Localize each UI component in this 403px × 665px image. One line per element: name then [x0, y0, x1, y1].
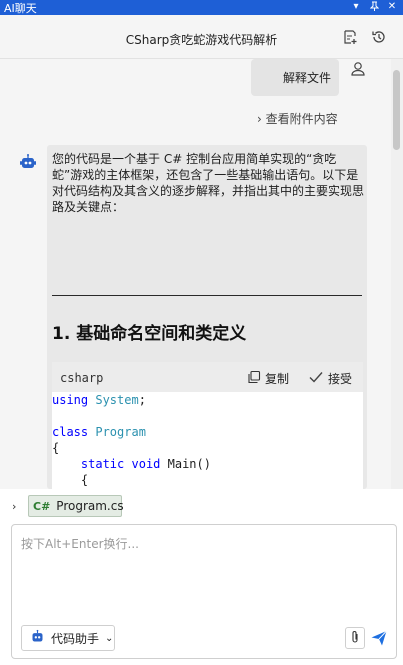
assistant-paragraph: 您的代码是一个基于 C# 控制台应用简单实现的“贪吃蛇”游戏的主体框架，还包含了…: [52, 152, 365, 214]
bot-icon: [30, 629, 45, 647]
code-line: {: [52, 473, 89, 487]
divider: [52, 295, 362, 296]
history-icon[interactable]: [371, 29, 387, 45]
code-line: using System;: [52, 393, 146, 407]
send-icon[interactable]: [370, 629, 388, 647]
code-block-header: csharp 复制 接受: [52, 362, 363, 392]
user-message-text: 解释文件: [282, 71, 331, 85]
dropdown-icon[interactable]: ▾: [351, 1, 361, 14]
window-controls: ▾ ✕: [351, 1, 403, 14]
chevron-down-icon: ⌄: [105, 632, 114, 644]
chevron-right-icon[interactable]: ›: [12, 500, 16, 513]
window-titlebar: AI聊天 ▾ ✕: [0, 0, 403, 15]
user-message: 解释文件: [251, 59, 339, 96]
code-line: class Program: [52, 425, 146, 439]
chat-scrollbar-thumb[interactable]: [393, 70, 400, 150]
close-icon[interactable]: ✕: [387, 1, 397, 14]
copy-code-button[interactable]: 复制: [247, 370, 289, 387]
accept-code-button[interactable]: 接受: [308, 370, 352, 387]
code-block: csharp 复制 接受 using System; class Program {…: [52, 362, 363, 489]
bot-avatar-icon: [19, 153, 37, 171]
user-avatar-icon: [350, 61, 366, 77]
window-title: AI聊天: [4, 1, 37, 15]
copy-icon: [247, 370, 261, 387]
attached-files-row: › C# Program.cs: [0, 489, 403, 523]
code-content: using System; class Program { static void …: [52, 392, 363, 489]
pin-icon[interactable]: [369, 1, 379, 14]
paperclip-icon: [350, 630, 360, 647]
csharp-file-icon: C#: [33, 499, 51, 513]
attached-file-chip[interactable]: C# Program.cs: [28, 495, 124, 517]
accept-label: 接受: [328, 372, 353, 386]
message-input[interactable]: [21, 535, 381, 605]
chat-header: CSharp贪吃蛇游戏代码解析: [0, 15, 403, 59]
code-language: csharp: [60, 371, 104, 385]
attach-file-button[interactable]: [345, 627, 365, 649]
attached-file-name: Program.cs: [56, 499, 124, 513]
code-line: static void Main(): [80, 457, 211, 471]
checkmark-icon: [308, 370, 324, 387]
copy-label: 复制: [265, 372, 290, 386]
assistant-selector[interactable]: 代码助手 ⌄: [21, 625, 115, 651]
message-composer: 代码助手 ⌄: [11, 524, 397, 659]
new-chat-icon[interactable]: [342, 29, 358, 45]
view-attachment-link[interactable]: › 查看附件内容: [257, 110, 338, 127]
code-line: {: [52, 441, 60, 455]
section-heading: 1. 基础命名空间和类定义: [52, 324, 247, 344]
assistant-selector-label: 代码助手: [51, 631, 100, 646]
assistant-message: 您的代码是一个基于 C# 控制台应用简单实现的“贪吃蛇”游戏的主体框架，还包含了…: [47, 145, 367, 489]
chat-messages[interactable]: 解释文件 › 查看附件内容 您的代码是一个基于 C# 控制台应用简单实现的“贪吃…: [0, 59, 403, 489]
chevron-right-icon: ›: [257, 112, 262, 126]
view-attachment-label: 查看附件内容: [265, 112, 338, 126]
